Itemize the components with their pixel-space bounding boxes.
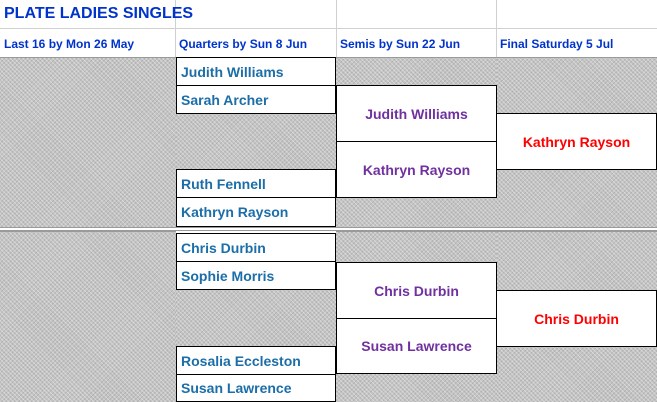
- quarterfinal-player-cell[interactable]: Ruth Fennell: [176, 169, 336, 198]
- empty-area-last16-top: [0, 57, 176, 227]
- header-gridline: [496, 0, 497, 57]
- quarterfinal-player-cell[interactable]: Kathryn Rayson: [176, 197, 336, 227]
- header-gridline: [0, 28, 657, 29]
- empty-area-final-bottom: [497, 231, 657, 290]
- header-last16: Last 16 by Mon 26 May: [4, 37, 135, 51]
- quarterfinal-player-cell[interactable]: Susan Lawrence: [176, 374, 336, 402]
- empty-area-final-bottom: [497, 346, 657, 402]
- header-final: Final Saturday 5 Jul: [500, 37, 614, 51]
- empty-area-quarters-bottom: [176, 289, 336, 347]
- semifinal-player-cell[interactable]: Kathryn Rayson: [336, 141, 497, 198]
- quarterfinal-player-cell[interactable]: Chris Durbin: [176, 233, 336, 262]
- empty-area-semis-top: [336, 57, 497, 85]
- empty-area-semis-top: [336, 197, 497, 227]
- semifinal-player-cell[interactable]: Chris Durbin: [336, 262, 497, 319]
- final-player-cell[interactable]: Chris Durbin: [496, 290, 657, 347]
- final-player-cell[interactable]: Kathryn Rayson: [496, 113, 657, 170]
- quarterfinal-player-cell[interactable]: Judith Williams: [176, 57, 336, 86]
- empty-area-semis-bottom: [336, 231, 497, 262]
- empty-area-last16-bottom: [0, 231, 176, 402]
- sheet-title: PLATE LADIES SINGLES: [4, 5, 194, 22]
- header-semis: Semis by Sun 22 Jun: [340, 37, 461, 51]
- header-gridline: [336, 0, 337, 57]
- quarterfinal-player-cell[interactable]: Sophie Morris: [176, 261, 336, 290]
- empty-area-final-top: [497, 57, 657, 113]
- empty-area-semis-bottom: [336, 373, 497, 402]
- empty-area-final-top: [497, 169, 657, 227]
- quarterfinal-player-cell[interactable]: Sarah Archer: [176, 85, 336, 114]
- header-quarters: Quarters by Sun 8 Jun: [179, 37, 308, 51]
- quarterfinal-player-cell[interactable]: Rosalia Eccleston: [176, 346, 336, 375]
- semifinal-player-cell[interactable]: Judith Williams: [336, 85, 497, 142]
- semifinal-player-cell[interactable]: Susan Lawrence: [336, 318, 497, 374]
- empty-area-quarters-top: [176, 113, 336, 169]
